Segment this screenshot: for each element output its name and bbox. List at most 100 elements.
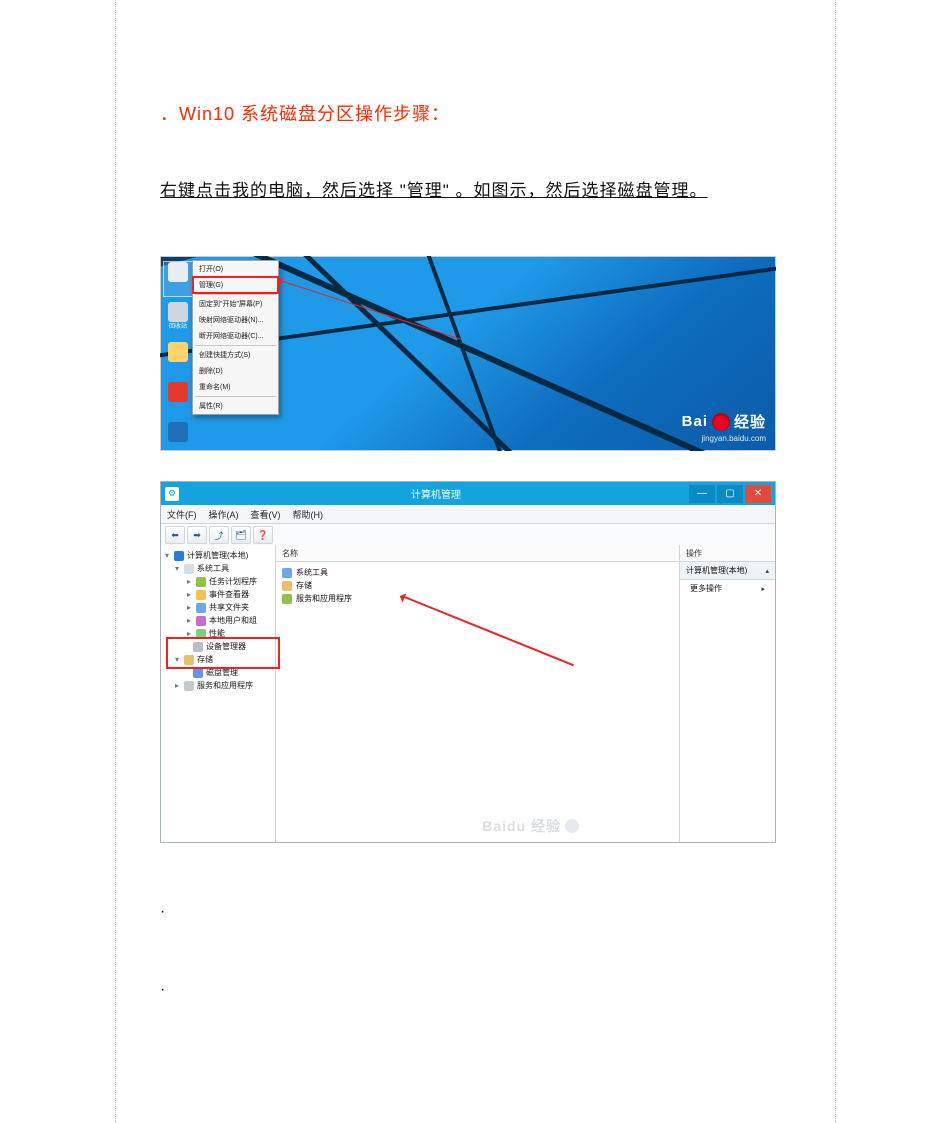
chevron-up-icon: ▴ <box>765 567 769 575</box>
menu-item-map-drive[interactable]: 映射网络驱动器(N)... <box>193 312 278 328</box>
storage-icon <box>282 581 292 591</box>
context-menu: 打开(O) 管理(G) 固定到"开始"屏幕(P) 映射网络驱动器(N)... 断… <box>192 260 279 415</box>
tree-label: 磁盘管理 <box>206 667 238 678</box>
document-content: ．Win10 系统磁盘分区操作步骤： 右键点击我的电脑，然后选择 "管理" 。如… <box>160 100 780 999</box>
desktop-icon[interactable] <box>164 422 192 451</box>
desktop-icon[interactable] <box>164 382 192 416</box>
actions-group-label: 计算机管理(本地) <box>686 565 747 576</box>
ruler-right <box>835 0 836 1123</box>
folder-icon <box>168 342 188 362</box>
baidu-watermark: Bai 经验 jingyan.baidu.com <box>682 411 766 443</box>
qq-icon <box>168 382 188 402</box>
window-minimize-button[interactable]: — <box>689 485 715 503</box>
toolbar-up-button[interactable]: ⤴ <box>209 526 229 544</box>
tree-label: 计算机管理(本地) <box>187 550 248 561</box>
window-titlebar: ⚙ 计算机管理 — ▢ ✕ <box>161 482 775 505</box>
local-users-icon <box>196 616 206 626</box>
tree-event-viewer[interactable]: ▸ 事件查看器 <box>163 588 273 601</box>
tree-label: 系统工具 <box>197 563 229 574</box>
menu-action[interactable]: 操作(A) <box>209 508 239 521</box>
watermark-logo-text2: 经验 <box>734 411 766 432</box>
menu-item-open[interactable]: 打开(O) <box>193 261 278 277</box>
services-apps-icon <box>184 681 194 691</box>
menubar: 文件(F) 操作(A) 查看(V) 帮助(H) <box>161 505 775 524</box>
menu-separator <box>195 294 276 295</box>
desktop-icon[interactable] <box>164 342 192 376</box>
baidu-watermark-faint: Baidu 经验 <box>482 816 579 836</box>
tree-local-users[interactable]: ▸ 本地用户和组 <box>163 614 273 627</box>
watermark-url: jingyan.baidu.com <box>702 434 766 443</box>
desktop-icon-this-pc[interactable] <box>164 262 192 296</box>
toolbar: ⬅ ➡ ⤴ 🗂 ❓ <box>161 524 775 547</box>
menu-item-properties[interactable]: 属性(R) <box>193 398 278 414</box>
performance-icon <box>196 629 206 639</box>
pc-icon <box>168 262 188 282</box>
wallpaper-line <box>416 256 591 451</box>
bullet-dot: · <box>160 981 780 999</box>
list-item-label: 服务和应用程序 <box>296 593 352 604</box>
storage-icon <box>184 655 194 665</box>
watermark-logo-text: Bai <box>682 413 708 430</box>
baidu-paw-icon <box>712 413 730 431</box>
window-close-button[interactable]: ✕ <box>745 485 771 503</box>
bullet-dot: · <box>160 903 780 921</box>
device-manager-icon <box>193 642 203 652</box>
desktop-icon[interactable]: 回收站 <box>164 302 192 336</box>
window-maximize-button[interactable]: ▢ <box>717 485 743 503</box>
console-root-icon <box>174 551 184 561</box>
toolbar-forward-button[interactable]: ➡ <box>187 526 207 544</box>
menu-item-rename[interactable]: 重命名(M) <box>193 379 278 395</box>
menu-item-pin-start[interactable]: 固定到"开始"屏幕(P) <box>193 296 278 312</box>
center-column-header: 名称 <box>276 545 679 562</box>
document-page: ．Win10 系统磁盘分区操作步骤： 右键点击我的电脑，然后选择 "管理" 。如… <box>0 0 945 1123</box>
desktop-icons: 回收站 <box>164 262 192 451</box>
list-item[interactable]: 服务和应用程序 <box>282 592 673 605</box>
menu-separator <box>195 345 276 346</box>
tree-label: 任务计划程序 <box>209 576 257 587</box>
toolbar-show-button[interactable]: 🗂 <box>231 526 251 544</box>
trash-icon <box>168 302 188 322</box>
tree-label: 存储 <box>197 654 213 665</box>
tree-label: 本地用户和组 <box>209 615 257 626</box>
tree-storage[interactable]: ▾ 存储 <box>163 653 273 666</box>
tree-system-tools[interactable]: ▾ 系统工具 <box>163 562 273 575</box>
tree-label: 共享文件夹 <box>209 602 249 613</box>
center-pane: 名称 系统工具 存储 服务和应用程序 <box>276 545 680 842</box>
menu-item-manage[interactable]: 管理(G) <box>193 277 278 293</box>
menu-file[interactable]: 文件(F) <box>167 508 197 521</box>
menu-item-delete[interactable]: 删除(D) <box>193 363 278 379</box>
tree-root[interactable]: ▾ 计算机管理(本地) <box>163 549 273 562</box>
list-item[interactable]: 系统工具 <box>282 566 673 579</box>
menu-item-create-shortcut[interactable]: 创建快捷方式(S) <box>193 347 278 363</box>
actions-group-title[interactable]: 计算机管理(本地) ▴ <box>680 562 775 580</box>
tree-disk-management[interactable]: 磁盘管理 <box>163 666 273 679</box>
menu-separator <box>195 396 276 397</box>
tree-shared-folders[interactable]: ▸ 共享文件夹 <box>163 601 273 614</box>
menu-item-disconnect-drive[interactable]: 断开网络驱动器(C)... <box>193 328 278 344</box>
actions-pane: 操作 计算机管理(本地) ▴ 更多操作 ▸ <box>680 545 775 842</box>
page-heading: ．Win10 系统磁盘分区操作步骤： <box>160 100 780 126</box>
tree-services-apps[interactable]: ▸ 服务和应用程序 <box>163 679 273 692</box>
screenshot-computer-management: ⚙ 计算机管理 — ▢ ✕ 文件(F) 操作(A) 查看(V) 帮助(H) ⬅ … <box>160 481 776 843</box>
toolbar-back-button[interactable]: ⬅ <box>165 526 185 544</box>
list-item[interactable]: 存储 <box>282 579 673 592</box>
services-apps-icon <box>282 594 292 604</box>
tree-performance[interactable]: ▸ 性能 <box>163 627 273 640</box>
window-controls: — ▢ ✕ <box>687 485 771 503</box>
tree-task-scheduler[interactable]: ▸ 任务计划程序 <box>163 575 273 588</box>
actions-more[interactable]: 更多操作 ▸ <box>680 580 775 597</box>
tree-device-manager[interactable]: 设备管理器 <box>163 640 273 653</box>
edge-icon <box>168 422 188 442</box>
watermark-text: Baidu 经验 <box>482 816 561 836</box>
system-tools-icon <box>282 568 292 578</box>
app-icon: ⚙ <box>165 487 179 501</box>
window-title: 计算机管理 <box>185 486 687 501</box>
toolbar-help-button[interactable]: ❓ <box>253 526 273 544</box>
center-list: 系统工具 存储 服务和应用程序 <box>276 562 679 609</box>
menu-view[interactable]: 查看(V) <box>251 508 281 521</box>
actions-header: 操作 <box>680 545 775 562</box>
desktop-icon-label: 回收站 <box>169 324 187 331</box>
tree-label: 性能 <box>209 628 225 639</box>
menu-help[interactable]: 帮助(H) <box>293 508 324 521</box>
ruler-left <box>115 0 116 1123</box>
